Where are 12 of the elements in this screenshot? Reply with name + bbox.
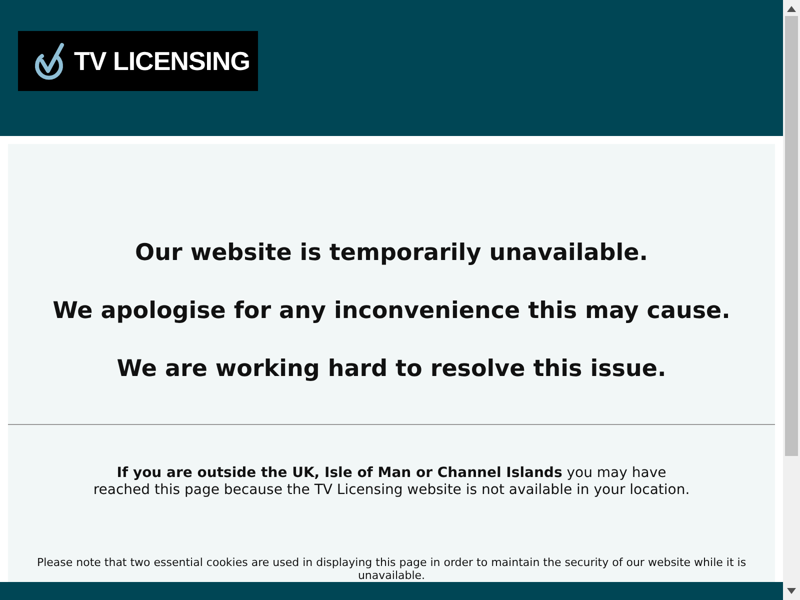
location-note: If you are outside the UK, Isle of Man or Channel Islands you may have reached this page because the TV Licensing website is not available in your location. (92, 465, 691, 499)
scrollbar-thumb[interactable] (785, 16, 798, 456)
status-message: Our website is temporarily unavailable. (135, 239, 648, 268)
logo-text: TV LICENSING (74, 48, 250, 74)
logo[interactable]: TV LICENSING (18, 31, 258, 91)
checkmark-circle-icon (32, 41, 66, 81)
scroll-down-icon[interactable] (787, 588, 796, 594)
status-message: We are working hard to resolve this issue. (116, 355, 666, 384)
cookie-note: Please note that two essential cookies are used in displaying this page in order to maintain the security of our website while it is unavailable. (36, 556, 748, 582)
status-message: We apologise for any inconvenience this may cause. (52, 297, 730, 326)
scrollbar[interactable] (783, 0, 800, 600)
scroll-up-icon[interactable] (787, 6, 796, 12)
